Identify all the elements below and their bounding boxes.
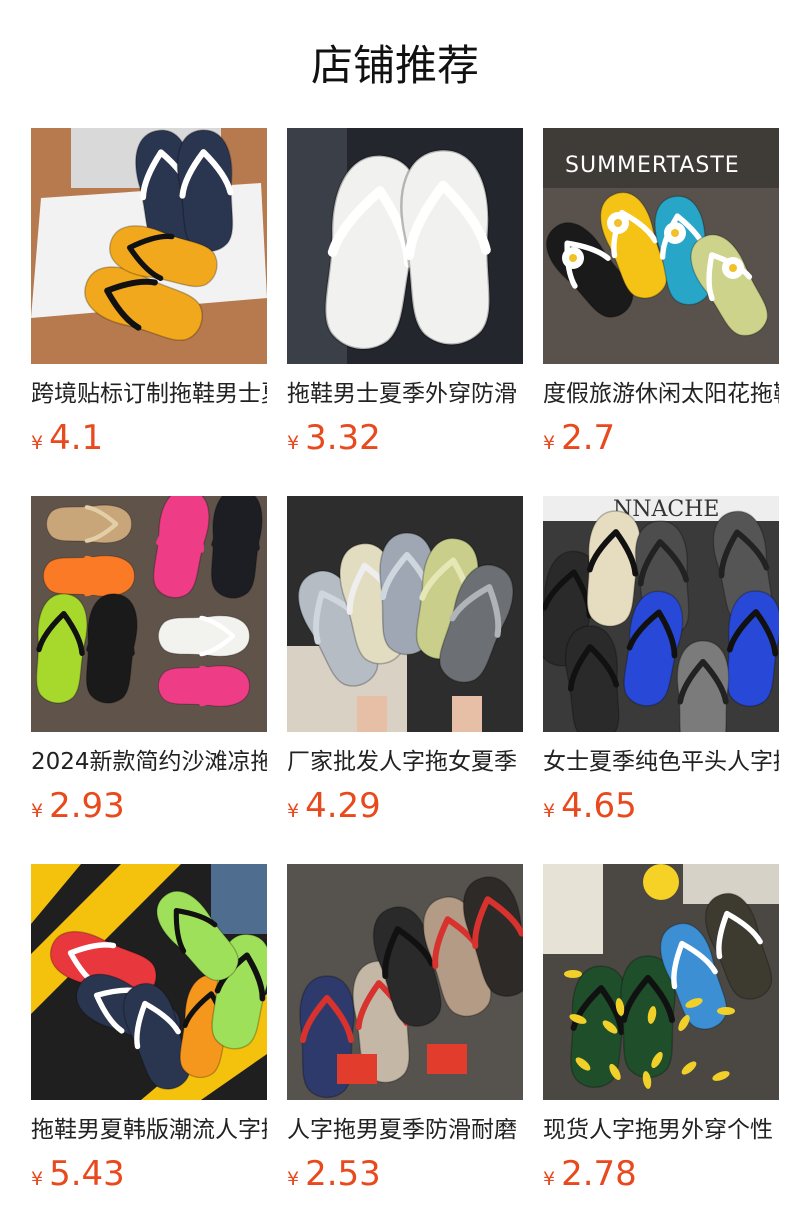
product-name[interactable]: 跨境贴标订制拖鞋男士夏季 — [31, 376, 267, 412]
product-image[interactable]: SUMMERTASTE — [543, 128, 779, 364]
product-price: 4.1 — [49, 418, 104, 458]
product-price-row: ¥4.29 — [287, 784, 381, 828]
product-name[interactable]: 拖鞋男士夏季外穿防滑 — [287, 376, 523, 412]
product-name[interactable]: 度假旅游休闲太阳花拖鞋 — [543, 376, 779, 412]
currency-symbol: ¥ — [543, 432, 556, 454]
product-name[interactable]: 女士夏季纯色平头人字拖 — [543, 744, 779, 780]
currency-symbol: ¥ — [31, 432, 44, 454]
product-card[interactable]: 拖鞋男士夏季外穿防滑 ¥3.32 — [287, 128, 523, 496]
product-price-row: ¥2.93 — [31, 784, 125, 828]
product-price: 2.53 — [305, 1154, 381, 1194]
product-name[interactable]: 现货人字拖男外穿个性 — [543, 1112, 779, 1148]
currency-symbol: ¥ — [287, 432, 300, 454]
product-name[interactable]: 2024新款简约沙滩凉拖 — [31, 744, 267, 780]
product-price: 4.29 — [305, 786, 381, 826]
product-image[interactable] — [287, 496, 523, 732]
product-image[interactable] — [31, 864, 267, 1100]
product-grid: 跨境贴标订制拖鞋男士夏季 ¥4.1 拖鞋男士夏季外穿防滑 ¥3.32 SUMMERTAS… — [31, 128, 779, 1232]
product-price: 5.43 — [49, 1154, 125, 1194]
product-price-row: ¥5.43 — [31, 1152, 125, 1196]
product-card[interactable]: SUMMERTASTE 度假旅游休闲太阳花拖鞋 ¥2.7 — [543, 128, 779, 496]
product-price-row: ¥2.53 — [287, 1152, 381, 1196]
product-card[interactable]: 拖鞋男夏韩版潮流人字拖 ¥5.43 — [31, 864, 267, 1232]
product-card[interactable]: 跨境贴标订制拖鞋男士夏季 ¥4.1 — [31, 128, 267, 496]
product-image[interactable] — [543, 864, 779, 1100]
product-name[interactable]: 厂家批发人字拖女夏季 — [287, 744, 523, 780]
product-card[interactable]: 厂家批发人字拖女夏季 ¥4.29 — [287, 496, 523, 864]
product-card[interactable]: NNACHE 女士夏季纯色平头人字拖 ¥4.65 — [543, 496, 779, 864]
product-name[interactable]: 拖鞋男夏韩版潮流人字拖 — [31, 1112, 267, 1148]
product-image[interactable] — [31, 496, 267, 732]
product-image[interactable] — [287, 864, 523, 1100]
product-price-row: ¥4.65 — [543, 784, 637, 828]
product-card[interactable]: 2024新款简约沙滩凉拖 ¥2.93 — [31, 496, 267, 864]
currency-symbol: ¥ — [543, 1168, 556, 1190]
product-price-row: ¥3.32 — [287, 416, 381, 460]
product-image[interactable] — [31, 128, 267, 364]
product-price: 2.7 — [561, 418, 616, 458]
currency-symbol: ¥ — [287, 800, 300, 822]
product-image[interactable]: NNACHE — [543, 496, 779, 732]
svg-text:SUMMERTASTE: SUMMERTASTE — [565, 153, 740, 178]
product-price: 2.93 — [49, 786, 125, 826]
currency-symbol: ¥ — [31, 1168, 44, 1190]
product-price: 2.78 — [561, 1154, 637, 1194]
product-price-row: ¥2.7 — [543, 416, 615, 460]
currency-symbol: ¥ — [287, 1168, 300, 1190]
page-title: 店铺推荐 — [310, 41, 479, 90]
currency-symbol: ¥ — [31, 800, 44, 822]
currency-symbol: ¥ — [543, 800, 556, 822]
product-name[interactable]: 人字拖男夏季防滑耐磨 — [287, 1112, 523, 1148]
product-card[interactable]: 现货人字拖男外穿个性 ¥2.78 — [543, 864, 779, 1232]
product-price: 3.32 — [305, 418, 381, 458]
product-price-row: ¥2.78 — [543, 1152, 637, 1196]
product-price: 4.65 — [561, 786, 637, 826]
product-card[interactable]: 人字拖男夏季防滑耐磨 ¥2.53 — [287, 864, 523, 1232]
product-price-row: ¥4.1 — [31, 416, 103, 460]
product-image[interactable] — [287, 128, 523, 364]
